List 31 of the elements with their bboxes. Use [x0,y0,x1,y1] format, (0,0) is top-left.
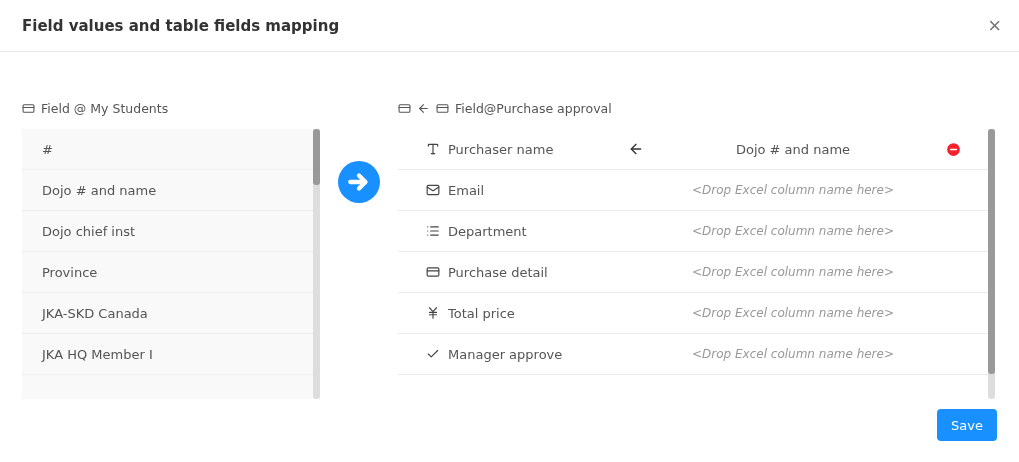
card-icon [436,101,449,115]
drop-target[interactable]: <Drop Excel column name here> [692,183,894,197]
scrollbar[interactable] [988,129,995,399]
field-name: Purchaser name [448,141,555,157]
arrow-right-icon[interactable] [338,161,380,203]
field-name: Department [448,223,528,239]
drop-target[interactable]: <Drop Excel column name here> [692,306,894,320]
drop-target[interactable]: <Drop Excel column name here> [692,224,894,238]
field-name: Purchase detail [448,264,549,280]
field-name: Total price [448,305,516,321]
envelope-icon [426,183,440,197]
drop-target[interactable]: <Drop Excel column name here> [692,347,894,361]
field-name: Manager approve [448,346,564,362]
arrow-left-icon [417,101,430,115]
yen-icon [426,306,440,320]
list-icon [426,224,440,238]
drop-target[interactable]: <Drop Excel column name here> [692,265,894,279]
card-icon [398,101,411,115]
card-icon [426,265,440,279]
remove-icon[interactable] [944,140,962,158]
scrollbar[interactable] [313,129,320,399]
panel-title: Field @ My Students [41,100,169,116]
save-button[interactable]: Save [937,409,997,441]
text-type-icon [426,142,440,156]
dialog-title: Field values and table fields mapping [22,16,340,35]
check-icon [426,347,440,361]
close-button[interactable]: × [984,12,1005,39]
panel-title: Field@Purchase approval [455,100,612,116]
mapped-column: Dojo # and name [735,141,851,157]
field-name: Email [448,182,486,198]
card-icon [22,101,35,115]
